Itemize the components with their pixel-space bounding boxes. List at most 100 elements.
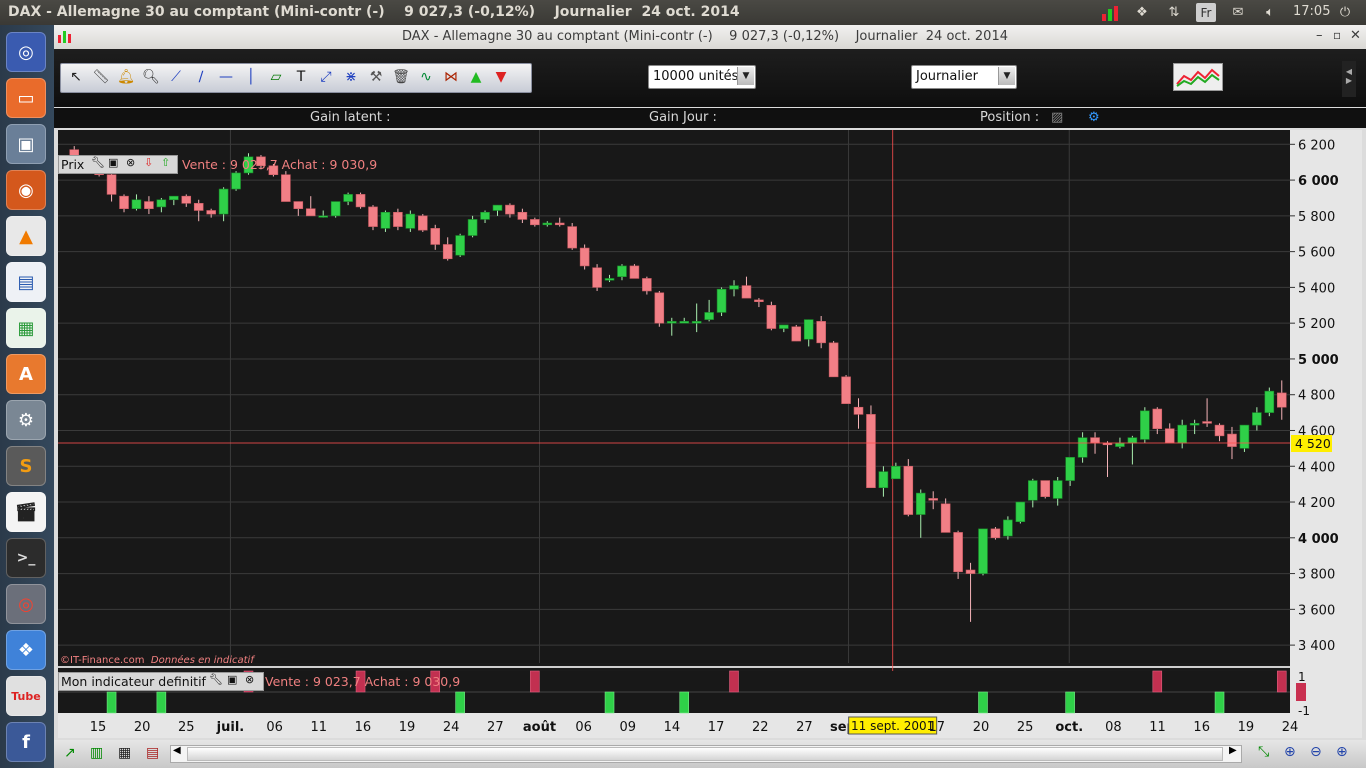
vlc-icon[interactable]: ▲ [6,216,46,256]
indicator-bar-positive [1276,670,1287,693]
move-up-icon[interactable]: ⇧ [161,156,170,169]
spreadsheet-icon[interactable]: ▦ [6,308,46,348]
indicator-bar-negative [106,691,117,714]
restore-icon[interactable]: ▫ [1333,28,1341,42]
close-icon[interactable]: ⊗ [126,156,135,169]
youtube-icon[interactable]: Tube [6,676,46,716]
network-icon[interactable]: ⇅ [1164,3,1184,22]
zoom-in-icon[interactable]: ⊕ [1336,744,1348,760]
candle-up [891,465,901,480]
software-center-icon[interactable]: A [6,354,46,394]
buy-arrow-icon[interactable]: ▲ [465,66,487,88]
firefox-icon[interactable]: ◉ [6,170,46,210]
x-tick-label: 27 [487,720,504,735]
layers-icon[interactable]: ▤ [146,745,159,761]
price-chart[interactable]: 6 200 6 000 5 800 5 600 5 400 5 200 5 000 4 800… [58,130,1362,738]
window-icon[interactable]: ▣ [108,156,118,169]
candle-down [592,267,602,288]
x-tick-label: 16 [1193,720,1210,735]
window-icon[interactable]: ▣ [227,673,237,686]
mail-icon[interactable]: ✉ [1228,3,1248,22]
fit-icon[interactable]: ⤡ [1258,744,1269,760]
keyboard-layout-indicator[interactable]: Fr [1196,3,1216,22]
channel-icon[interactable]: ▱ [265,66,287,88]
minimize-icon[interactable]: – [1316,28,1323,43]
files-icon[interactable]: ▭ [6,78,46,118]
indicator-bar-positive [1152,670,1163,693]
close-icon[interactable]: ⊗ [245,673,254,686]
disc-icon[interactable]: ◎ [6,584,46,624]
wrench-icon[interactable]: 🔧︎ [91,156,105,169]
clock[interactable]: 17:05 [1293,4,1330,19]
ruler-icon[interactable]: 📏︎ [90,66,112,88]
close-icon[interactable]: ✕ [1350,28,1361,43]
wrench-icon[interactable]: 🔧︎ [209,673,223,686]
candle-up [169,195,179,201]
trendline-icon[interactable]: ∕ [190,66,212,88]
app-indicator-icon[interactable] [1100,3,1120,22]
candle-up [1065,457,1075,481]
grid-icon[interactable]: ▦ [118,745,131,761]
pointer-icon[interactable]: ↖ [65,66,87,88]
candle-down [1152,408,1163,429]
settings-icon[interactable]: ⚙ [6,400,46,440]
quantity-select[interactable]: 10000 unités ▼ [648,65,756,89]
facebook-icon[interactable]: f [6,722,46,762]
document-icon[interactable]: ▤ [6,262,46,302]
segment-icon[interactable]: ⟋ [165,66,187,88]
candle-style-icon[interactable]: ▥ [90,745,103,761]
settings-gears-icon[interactable]: ⚙ [1088,110,1100,125]
period-select[interactable]: Journalier ▼ [911,65,1017,89]
zoom-icon[interactable]: 🔍︎ [140,66,162,88]
sublime-icon[interactable]: S [6,446,46,486]
share-icon[interactable]: ↗ [64,745,76,761]
volume-icon[interactable]: 🔈︎ [1260,3,1280,22]
scroll-left-icon[interactable]: ◀ [173,745,181,756]
arrow-tool-icon[interactable]: ⤢ [315,66,337,88]
strategy-chart-button[interactable] [1173,63,1223,91]
sell-arrow-icon[interactable]: ▼ [490,66,512,88]
scroll-right-icon[interactable]: ▶ [1229,745,1237,756]
price-panel-header[interactable]: Prix 🔧︎ ▣ ⊗ ⇩ ⇧ [58,155,178,174]
trash-icon[interactable]: 🗑︎ [390,66,412,88]
x-tick-label: 17 [708,720,725,735]
candle-down [654,292,665,324]
alarm-icon[interactable]: 🔔︎ [115,66,137,88]
app-title-bar: DAX - Allemagne 30 au comptant (Mini-con… [54,25,1366,49]
candle-up [542,222,553,226]
export-icon[interactable]: ▨ [1051,110,1063,125]
indicator-panel-header[interactable]: Mon indicateur definitif 🔧︎ ▣ ⊗ [58,672,264,691]
dropbox-icon[interactable]: ❖ [6,630,46,670]
x-tick-label: 17 [929,720,946,735]
candle-down [853,406,864,415]
dropbox-tray-icon[interactable]: ❖ [1132,3,1152,22]
candle-up [1015,501,1026,523]
ubuntu-icon[interactable]: ◎ [6,32,46,72]
horizontal-line-icon[interactable]: — [215,66,237,88]
candle-down [442,244,453,260]
chart-area[interactable]: 6 200 6 000 5 800 5 600 5 400 5 200 5 000 4 800… [58,130,1362,742]
move-down-icon[interactable]: ⇩ [144,156,153,169]
candle-up [330,201,341,217]
watermark: ©IT-Finance.com Données en indicatif [60,655,254,666]
position-info-bar: Gain latent : Gain Jour : Position : ▨ ⚙ [54,108,1366,128]
candle-up [1115,442,1125,447]
clapper-icon[interactable]: 🎬︎ [6,492,46,532]
tools-icon[interactable]: ⚒ [365,66,387,88]
indicator-bar-negative [604,691,615,714]
zoom-fit-icon[interactable]: ⊕ [1284,744,1296,760]
indicator-tick-label: -1 [1298,704,1310,718]
vertical-line-icon[interactable]: │ [240,66,262,88]
toolbar-scroll-arrows[interactable]: ◀ ▶ [1342,61,1356,97]
text-icon[interactable]: T [290,66,312,88]
scrollbar-thumb[interactable] [187,747,1223,761]
indicator-add-icon[interactable]: ∿ [415,66,437,88]
screenshot-icon[interactable]: ▣ [6,124,46,164]
time-scrollbar[interactable]: ◀ ▶ [170,745,1242,763]
y-tick-label: 5 200 [1298,317,1335,332]
terminal-icon[interactable]: >_ [6,538,46,578]
pattern-icon[interactable]: ⋈ [440,66,462,88]
fibonacci-icon[interactable]: ⋇ [340,66,362,88]
power-icon[interactable]: ⏻ [1335,3,1355,22]
zoom-out-icon[interactable]: ⊖ [1310,744,1322,760]
